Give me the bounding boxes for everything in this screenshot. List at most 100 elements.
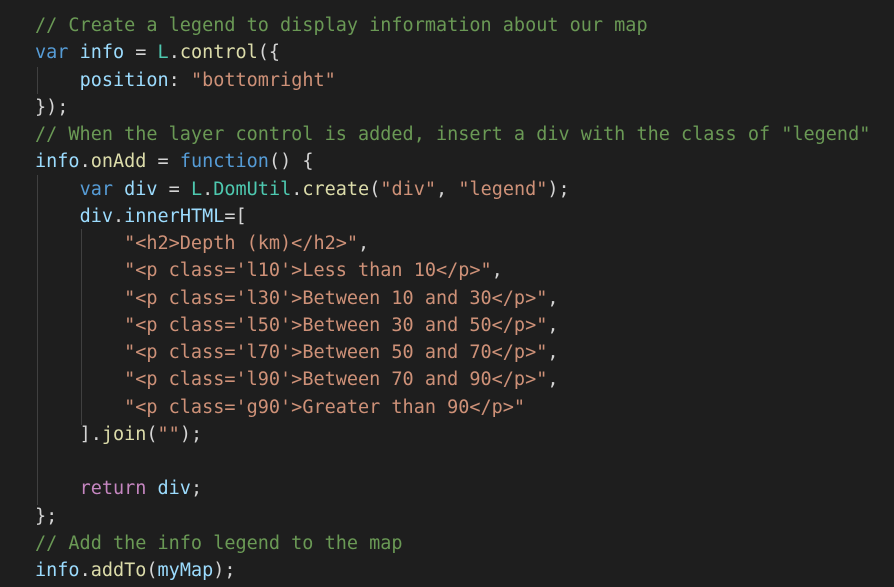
code-token-plain: ); (179, 423, 203, 445)
code-token-plain: , (547, 314, 559, 336)
code-line: }); (35, 94, 68, 121)
code-token-plain: }); (35, 96, 69, 118)
code-token-func: control (179, 42, 258, 64)
code-token-comment: // When the layer control is added, inse… (35, 124, 871, 145)
code-token-type: DomUtil (213, 178, 292, 200)
code-token-string: "bottomright" (190, 69, 336, 91)
code-token-string: "<p class='l90'>Between 70 and 90</p>" (124, 369, 548, 391)
code-token-var: info (35, 151, 80, 173)
code-token-plain: , (491, 260, 503, 282)
code-token-string: "<p class='l10'>Less than 10</p>" (124, 260, 492, 282)
code-token-type: L (190, 178, 203, 200)
code-token-plain: ); (213, 560, 236, 581)
code-line: "<p class='l50'>Between 30 and 50</p>", (35, 312, 559, 339)
code-token-plain: ]. (79, 423, 102, 445)
code-token-plain: ({ (257, 42, 281, 64)
code-token-func: addTo (90, 560, 147, 581)
code-token-plain: ( (146, 423, 158, 445)
code-token-func: onAdd (90, 151, 147, 173)
code-token-var: div (157, 478, 191, 500)
code-line: ].join(""); (35, 421, 203, 448)
code-token-string: "<p class='l50'>Between 30 and 50</p>" (124, 314, 548, 336)
code-token-plain: . (291, 178, 303, 200)
code-editor[interactable]: // Create a legend to display informatio… (0, 0, 894, 587)
code-line: info.onAdd = function() { (35, 148, 314, 175)
code-token-string: "" (157, 423, 180, 445)
code-token-func: join (101, 423, 147, 445)
code-token-var: position (79, 69, 169, 91)
code-token-string: "<p class='l70'>Between 50 and 70</p>" (124, 342, 548, 363)
code-token-plain: . (168, 42, 180, 64)
code-token-var: info (79, 42, 125, 64)
code-line: var div = L.DomUtil.create("div", "legen… (35, 176, 570, 203)
code-token-plain: . (112, 205, 125, 227)
code-token-plain: . (202, 178, 214, 200)
code-line: info.addTo(myMap); (35, 557, 236, 584)
code-line: "<p class='g90'>Greater than 90</p>" (35, 394, 525, 421)
code-line: return div; (35, 475, 203, 502)
code-token-control: return (79, 478, 147, 500)
code-token-plain: = (146, 151, 180, 173)
code-line: // Create a legend to display informatio… (35, 12, 648, 39)
code-token-plain: , (547, 369, 559, 391)
code-token-func: create (302, 178, 370, 200)
code-token-plain: = (124, 42, 158, 64)
code-token-string: "<p class='g90'>Greater than 90</p>" (124, 396, 526, 418)
code-token-plain: () { (268, 151, 314, 173)
code-token-comment: // Create a legend to display informatio… (35, 15, 648, 36)
code-token-string: "div" (380, 178, 437, 200)
code-token-type: L (157, 42, 169, 64)
code-line: // Add the info legend to the map (35, 530, 403, 557)
code-line: "<p class='l90'>Between 70 and 90</p>", (35, 366, 559, 393)
code-line: }; (35, 503, 57, 530)
code-token-var: myMap (157, 560, 214, 581)
code-token-var: div (124, 178, 158, 200)
code-token-plain: , (547, 342, 559, 363)
code-token-plain: . (79, 151, 91, 173)
code-token-plain: , (436, 178, 459, 200)
code-token-keyword: function (179, 151, 269, 173)
code-token-string: "<p class='l30'>Between 10 and 30</p>" (124, 287, 548, 309)
code-token-plain: , (358, 233, 370, 254)
code-token-plain: = (157, 178, 191, 200)
code-token-string: "legend" (458, 178, 548, 200)
code-token-plain: , (547, 287, 559, 309)
code-token-plain: ; (190, 478, 203, 500)
code-token-plain: : (168, 69, 191, 91)
code-token-plain: ( (369, 178, 381, 200)
code-line: position: "bottomright" (35, 67, 336, 94)
code-line: "<p class='l30'>Between 10 and 30</p>", (35, 285, 559, 312)
code-line: "<p class='l10'>Less than 10</p>", (35, 257, 503, 284)
code-token-var: innerHTML (124, 205, 225, 227)
code-line: // When the layer control is added, inse… (35, 121, 870, 148)
code-token-string: "<h2>Depth (km)</h2>" (124, 233, 359, 254)
code-token-plain: ); (547, 178, 570, 200)
code-line: div.innerHTML=[ (35, 203, 247, 230)
code-line: "<p class='l70'>Between 50 and 70</p>", (35, 339, 559, 366)
code-token-var: info (35, 560, 80, 581)
code-line: var info = L.control({ (35, 39, 280, 66)
code-token-plain: =[ (224, 205, 247, 227)
code-line: "<h2>Depth (km)</h2>", (35, 230, 369, 257)
code-token-var: div (79, 205, 113, 227)
code-token-keyword: var (79, 178, 113, 200)
code-token-plain: }; (35, 505, 58, 527)
code-token-keyword: var (35, 42, 69, 64)
code-token-plain: ( (146, 560, 158, 581)
code-token-comment: // Add the info legend to the map (35, 532, 403, 554)
